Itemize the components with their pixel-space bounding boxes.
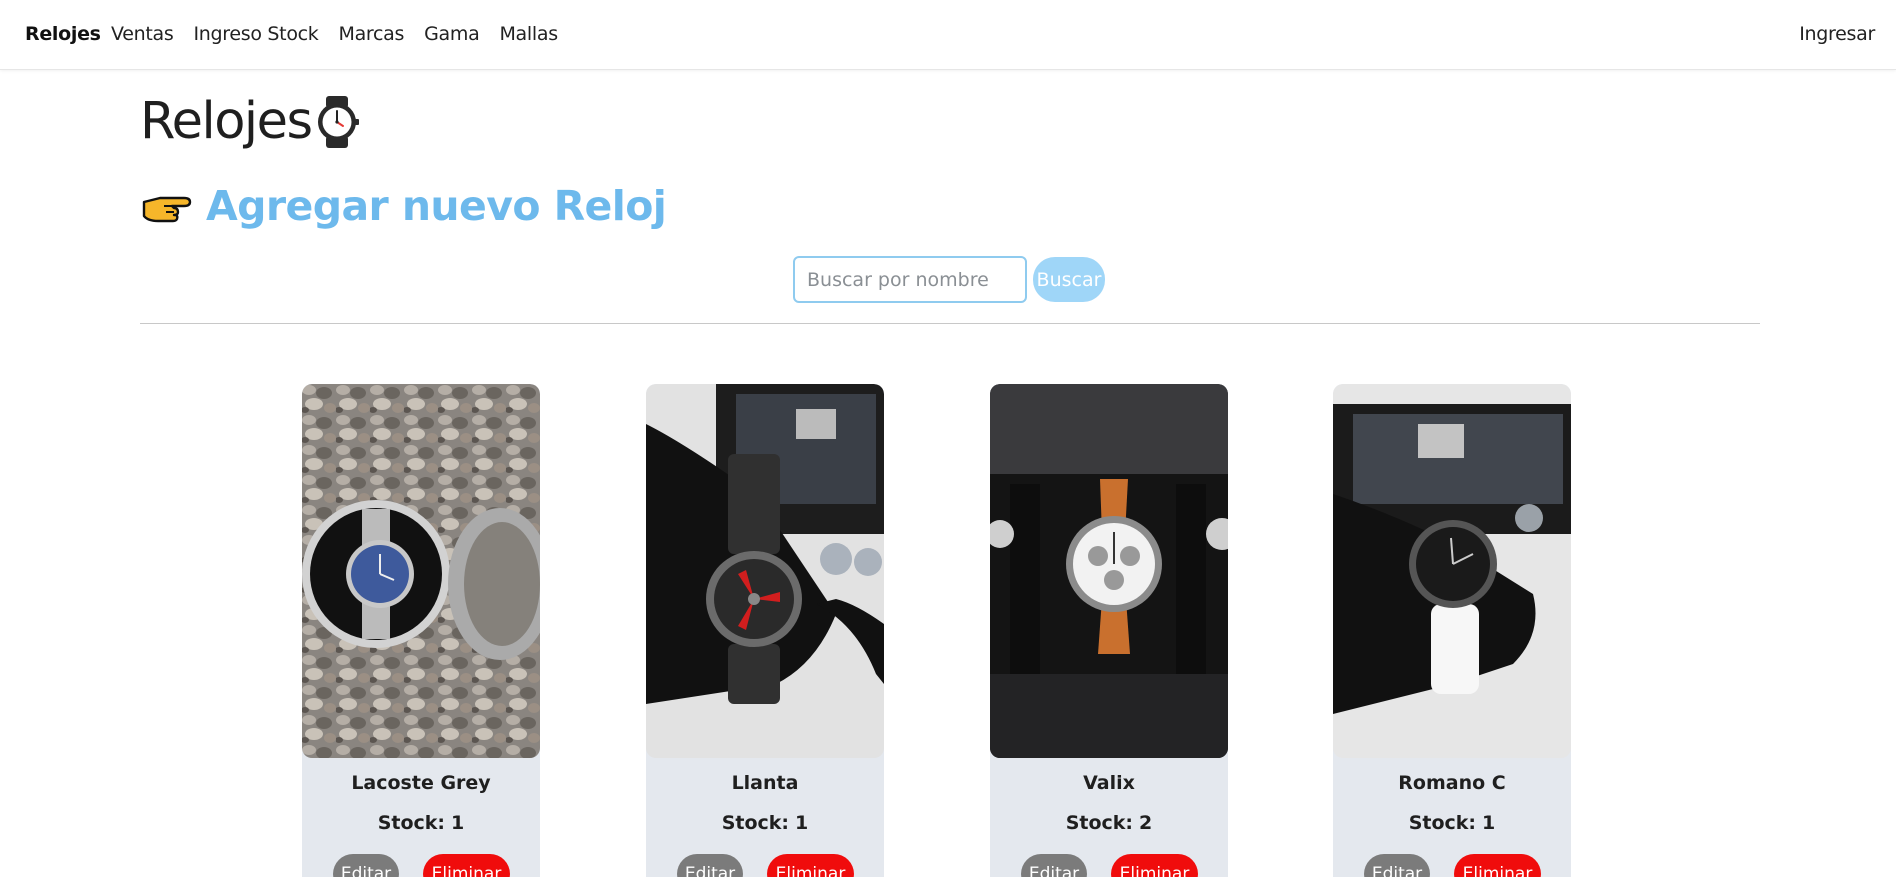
page-title-text: Relojes <box>140 92 313 151</box>
stock-label: Stock: <box>721 812 790 834</box>
stock-label: Stock: <box>1065 812 1134 834</box>
nav-link-marcas[interactable]: Marcas <box>339 23 405 45</box>
delete-button[interactable]: Eliminar <box>423 854 510 877</box>
product-card: Llanta Stock: 1 Editar Eliminar <box>646 384 884 877</box>
add-new-row: Agregar nuevo Reloj <box>140 182 667 230</box>
stock-label: Stock: <box>377 812 446 834</box>
product-card: Lacoste Grey Stock: 1 Editar Eliminar <box>302 384 540 877</box>
product-image <box>990 384 1228 758</box>
search-bar: Buscar <box>793 256 1105 303</box>
nav-link-gama[interactable]: Gama <box>424 23 480 45</box>
product-stock: Stock: 1 <box>302 812 540 834</box>
product-image <box>302 384 540 758</box>
product-card: Romano C Stock: 1 Editar Eliminar <box>1333 384 1571 877</box>
product-stock: Stock: 1 <box>646 812 884 834</box>
stock-value: 1 <box>1482 812 1496 834</box>
login-link[interactable]: Ingresar <box>1799 23 1875 45</box>
delete-button[interactable]: Eliminar <box>1454 854 1541 877</box>
stock-value: 1 <box>451 812 465 834</box>
nav-brand-relojes[interactable]: Relojes <box>25 23 101 45</box>
search-button[interactable]: Buscar <box>1033 257 1105 302</box>
product-image <box>1333 384 1571 758</box>
stock-value: 2 <box>1139 812 1153 834</box>
edit-button[interactable]: Editar <box>677 854 743 877</box>
delete-button[interactable]: Eliminar <box>767 854 854 877</box>
edit-button[interactable]: Editar <box>333 854 399 877</box>
stock-label: Stock: <box>1408 812 1477 834</box>
pointing-hand-icon <box>140 186 192 226</box>
nav-link-ventas[interactable]: Ventas <box>111 23 174 45</box>
nav-link-mallas[interactable]: Mallas <box>499 23 558 45</box>
product-card: Valix Stock: 2 Editar Eliminar <box>990 384 1228 877</box>
page-title: Relojes <box>140 92 360 152</box>
edit-button[interactable]: Editar <box>1364 854 1430 877</box>
add-new-watch-link[interactable]: Agregar nuevo Reloj <box>206 182 667 230</box>
product-name: Lacoste Grey <box>351 772 491 794</box>
product-name: Llanta <box>731 772 799 794</box>
product-stock: Stock: 1 <box>1333 812 1571 834</box>
divider <box>140 323 1760 324</box>
edit-button[interactable]: Editar <box>1021 854 1087 877</box>
wristwatch-icon <box>314 95 360 149</box>
product-name: Valix <box>1083 772 1135 794</box>
top-navbar: Relojes Ventas Ingreso Stock Marcas Gama… <box>0 0 1896 70</box>
product-name: Romano C <box>1398 772 1506 794</box>
delete-button[interactable]: Eliminar <box>1111 854 1198 877</box>
stock-value: 1 <box>795 812 809 834</box>
product-image <box>646 384 884 758</box>
search-input[interactable] <box>793 256 1027 303</box>
product-stock: Stock: 2 <box>990 812 1228 834</box>
nav-links: Ventas Ingreso Stock Marcas Gama Mallas <box>111 23 578 45</box>
nav-link-ingreso-stock[interactable]: Ingreso Stock <box>193 23 318 45</box>
